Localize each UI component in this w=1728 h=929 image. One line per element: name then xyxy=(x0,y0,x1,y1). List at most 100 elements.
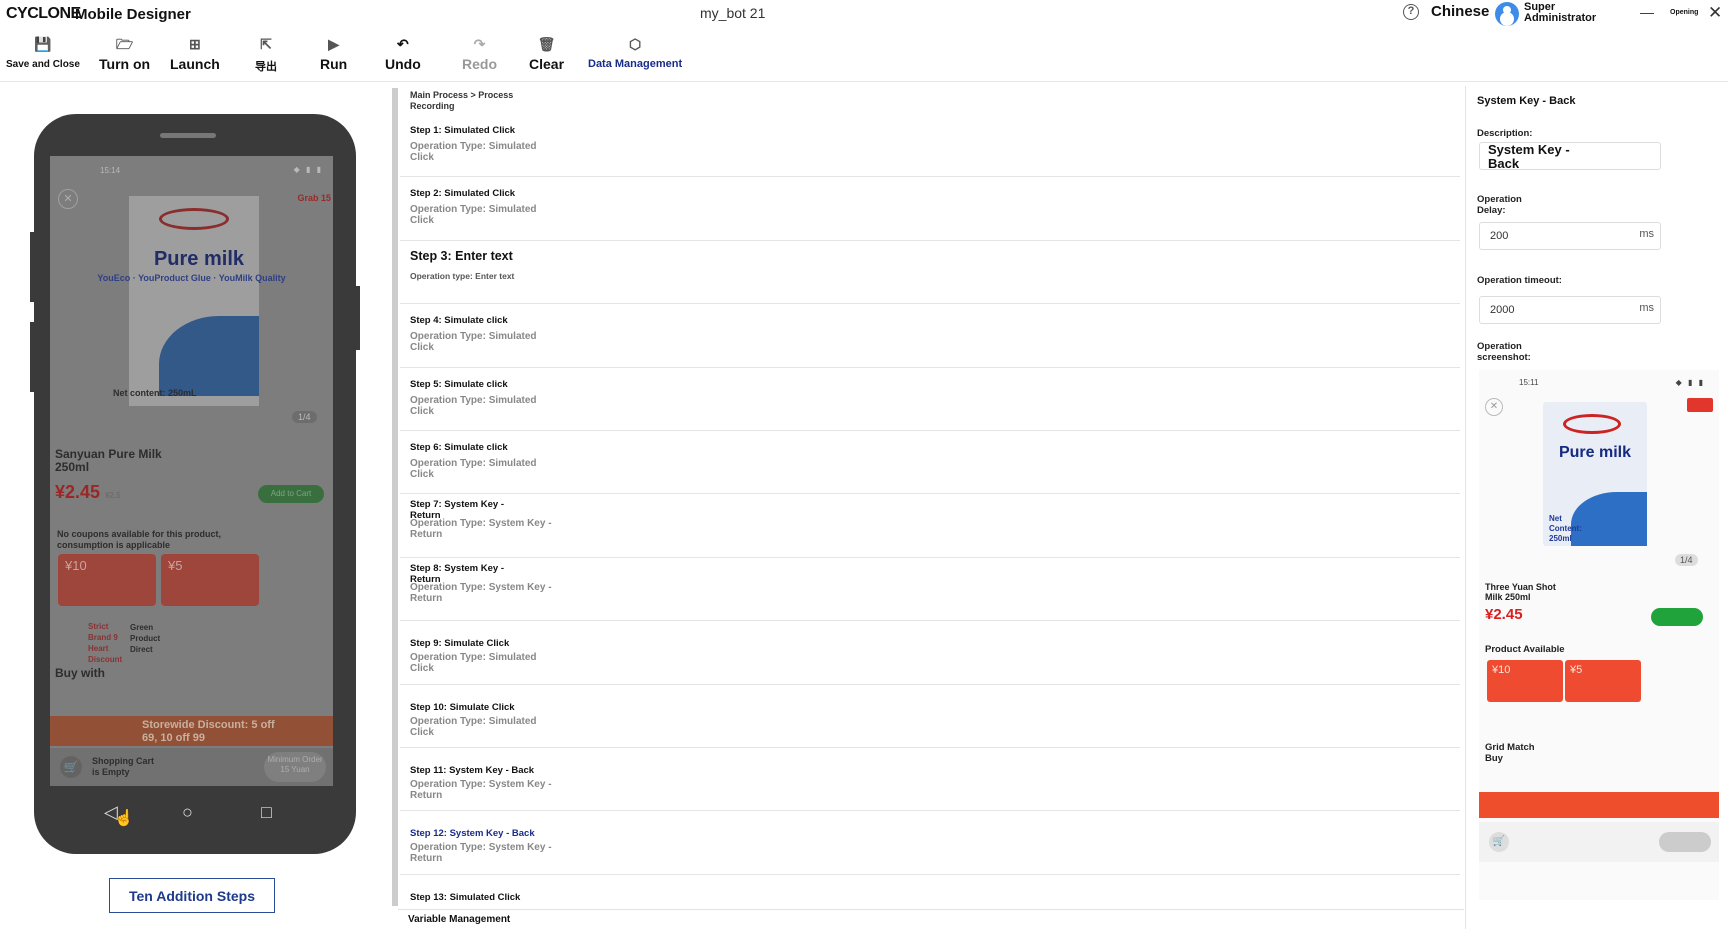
cube-icon: ⬡ xyxy=(628,36,642,52)
step-title: Step 1: Simulated Click xyxy=(410,125,516,136)
timeout-label: Operation timeout: xyxy=(1477,275,1562,286)
shot-banner xyxy=(1479,792,1719,818)
toolbar: 💾 Save and Close 🗁 Turn on ⊞ Launch ⇱ 导出… xyxy=(0,36,1728,82)
cart-icon: 🛒 xyxy=(1489,832,1509,852)
screen-overlay xyxy=(50,156,333,786)
add-steps-button[interactable]: Ten Addition Steps xyxy=(109,878,275,913)
step-item[interactable]: Step 2: Simulated Click Operation Type: S… xyxy=(400,177,1460,241)
step-title: Step 5: Simulate click xyxy=(410,378,508,390)
divider xyxy=(398,909,1464,910)
shot-min-button xyxy=(1659,832,1711,852)
shot-available: Product Available xyxy=(1485,644,1565,655)
opening-label: Opening xyxy=(1670,9,1699,16)
home-nav-icon[interactable]: ○ xyxy=(182,802,193,823)
step-item[interactable]: Step 9: Simulate Click Operation Type: Si… xyxy=(400,621,1460,685)
trash-icon: 🗑 xyxy=(537,36,556,52)
step-list: Step 1: Simulated Click Operation Type: S… xyxy=(400,114,1460,916)
shot-net-content: Net Content: 250ml xyxy=(1549,514,1582,543)
user-name[interactable]: Super Administrator xyxy=(1524,2,1599,24)
step-title: Step 2: Simulated Click xyxy=(410,188,516,200)
help-icon[interactable]: ? xyxy=(1403,4,1419,20)
data-management-button[interactable]: ⬡ Data Management xyxy=(588,36,682,70)
step-item[interactable]: Step 4: Simulate click Operation Type: Si… xyxy=(400,304,1460,368)
delay-input[interactable]: 200 ms xyxy=(1479,222,1661,250)
step-desc: Operation Type: Simulated Click xyxy=(410,394,537,417)
step-item[interactable]: Step 6: Simulate click Operation Type: Si… xyxy=(400,431,1460,495)
shot-product-name: Three Yuan Shot Milk 250ml xyxy=(1485,582,1556,602)
step-item[interactable]: Step 11: System Key - Back Operation Type… xyxy=(400,748,1460,812)
run-button[interactable]: ▶ Run xyxy=(320,36,347,72)
turn-on-button[interactable]: 🗁 Turn on xyxy=(99,36,150,72)
step-title: Step 3: Enter text xyxy=(410,248,513,263)
step-desc: Operation Type: Simulated Click xyxy=(410,457,537,480)
step-title: Step 6: Simulate click xyxy=(410,441,508,453)
step-item[interactable]: Step 8: System Key - Return Operation Typ… xyxy=(400,558,1460,622)
step-item-selected[interactable]: Step 12: System Key - Back Operation Type… xyxy=(400,811,1460,875)
shot-coupon-value: ¥10 xyxy=(1492,664,1511,676)
steps-pane: Main Process > Process Recording Step 1:… xyxy=(400,86,1464,916)
title-bar: CYCLONE Mobile Designer my_bot 21 ? Chin… xyxy=(0,0,1728,28)
save-close-button[interactable]: 💾 Save and Close xyxy=(6,36,80,70)
clear-button[interactable]: 🗑 Clear xyxy=(529,36,564,72)
recents-nav-icon[interactable]: □ xyxy=(261,802,272,823)
delay-label: Operation Delay: xyxy=(1477,194,1522,216)
step-title: Step 11: System Key - Back xyxy=(410,764,535,776)
step-desc: Operation Type: System Key - Return xyxy=(410,581,552,604)
close-icon: ✕ xyxy=(1485,398,1503,416)
close-window-button[interactable]: ✕ xyxy=(1708,3,1722,23)
step-title: Step 4: Simulate click xyxy=(410,315,508,327)
operation-screenshot: 15:11 ◆ ▮ ▮ ✕ Pure milk Net Content: 250… xyxy=(1479,370,1719,900)
shot-status-icons: ◆ ▮ ▮ xyxy=(1675,378,1705,387)
folder-open-icon: 🗁 xyxy=(115,36,134,52)
shot-image-index: 1/4 xyxy=(1675,554,1698,566)
export-button[interactable]: ⇱ 导出 xyxy=(255,36,277,74)
step-item[interactable]: Step 5: Simulate click Operation Type: Si… xyxy=(400,368,1460,431)
user-avatar-icon[interactable] xyxy=(1495,2,1519,26)
brand-logo xyxy=(1563,414,1621,434)
undo-icon: ↶ xyxy=(397,36,409,52)
breadcrumb: Main Process > Process Recording xyxy=(410,90,514,111)
step-desc: Operation Type: System Key - Return xyxy=(410,518,552,541)
shot-cart-button xyxy=(1651,608,1703,626)
save-icon: 💾 xyxy=(34,36,52,52)
shot-coupon-value: ¥5 xyxy=(1570,664,1583,676)
shot-product-image: Pure milk Net Content: 250ml xyxy=(1543,402,1647,546)
step-desc: Operation Type: System Key - Return xyxy=(410,842,552,865)
step-desc: Operation Type: Simulated Click xyxy=(410,141,537,163)
step-desc: Operation Type: Simulated Click xyxy=(410,204,537,227)
shot-coupon: ¥5 xyxy=(1565,660,1641,702)
shot-price: ¥2.45 xyxy=(1485,606,1523,623)
step-desc: Operation Type: System Key - Return xyxy=(410,778,552,801)
phone-speaker xyxy=(160,133,216,138)
launch-button[interactable]: ⊞ Launch xyxy=(170,36,220,72)
timeout-input[interactable]: 2000 ms xyxy=(1479,296,1661,324)
shot-time: 15:11 xyxy=(1519,378,1539,387)
step-item[interactable]: Step 7: System Key - Return Operation Typ… xyxy=(400,494,1460,558)
export-icon: ⇱ xyxy=(260,36,272,52)
step-item[interactable]: Step 3: Enter text Operation type: Enter … xyxy=(400,241,1460,305)
delay-unit: ms xyxy=(1639,228,1654,240)
play-icon: ▶ xyxy=(328,36,339,52)
shot-coupon: ¥10 xyxy=(1487,660,1563,702)
pane-splitter[interactable] xyxy=(392,88,398,906)
step-title: Step 9: Simulate Click xyxy=(410,638,510,650)
timeout-unit: ms xyxy=(1639,302,1654,314)
phone-screen[interactable]: 15:14 ◆ ▮ ▮ ✕ Grab 15 Pure milk YouEco ·… xyxy=(50,156,333,786)
step-item[interactable]: Step 1: Simulated Click Operation Type: S… xyxy=(400,114,1460,178)
step-desc: Operation type: Enter text xyxy=(410,270,515,281)
app-name: Mobile Designer xyxy=(75,6,191,23)
language-selector[interactable]: Chinese xyxy=(1431,3,1489,20)
redo-icon: ↷ xyxy=(473,36,486,52)
panel-title: System Key - Back xyxy=(1477,95,1576,107)
minimize-button[interactable]: — xyxy=(1640,4,1654,20)
step-item[interactable]: Step 10: Simulate Click Operation Type: S… xyxy=(400,685,1460,748)
step-desc: Operation Type: Simulated Click xyxy=(410,331,537,354)
undo-button[interactable]: ↶ Undo xyxy=(385,36,421,72)
description-field[interactable]: System Key - Back xyxy=(1479,142,1661,171)
step-title: Step 12: System Key - Back xyxy=(410,828,535,840)
redo-button[interactable]: ↷ Redo xyxy=(462,36,497,72)
variable-management-tab[interactable]: Variable Management xyxy=(408,914,510,925)
launch-icon: ⊞ xyxy=(189,36,201,52)
step-desc: Operation Type: Simulated Click xyxy=(410,715,537,738)
delay-value: 200 xyxy=(1490,230,1509,242)
